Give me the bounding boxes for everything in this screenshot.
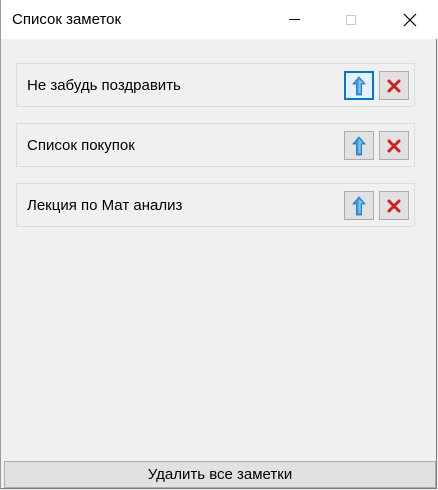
delete-note-button[interactable]: [379, 71, 409, 100]
close-button[interactable]: [387, 0, 433, 39]
move-up-button[interactable]: [344, 191, 374, 220]
delete-all-notes-button[interactable]: Удалить все заметки: [4, 461, 436, 488]
arrow-up-icon: [352, 135, 366, 155]
note-title: Список покупок: [27, 137, 135, 154]
delete-note-button[interactable]: [379, 131, 409, 160]
title-bar[interactable]: Список заметок: [1, 0, 438, 39]
window-title: Список заметок: [12, 11, 122, 28]
note-title: Лекция по Мат анализ: [27, 197, 183, 214]
maximize-icon: [346, 14, 356, 25]
delete-icon: [387, 79, 401, 92]
note-title: Не забудь поздравить: [27, 77, 181, 94]
note-card: Лекция по Мат анализ: [16, 183, 415, 227]
close-icon: [403, 13, 417, 26]
move-up-button[interactable]: [344, 131, 374, 160]
delete-icon: [387, 199, 401, 212]
delete-note-button[interactable]: [379, 191, 409, 220]
note-card: Список покупок: [16, 123, 415, 167]
arrow-up-icon: [352, 75, 366, 95]
minimize-button[interactable]: [271, 0, 317, 39]
arrow-up-icon: [352, 195, 366, 215]
delete-icon: [387, 139, 401, 152]
minimize-icon: [288, 19, 300, 20]
note-card: Не забудь поздравить: [16, 63, 415, 107]
maximize-button[interactable]: [328, 0, 374, 39]
notes-window: Список заметок Не забудь поздравить Спис…: [0, 0, 438, 489]
move-up-button[interactable]: [344, 71, 374, 100]
